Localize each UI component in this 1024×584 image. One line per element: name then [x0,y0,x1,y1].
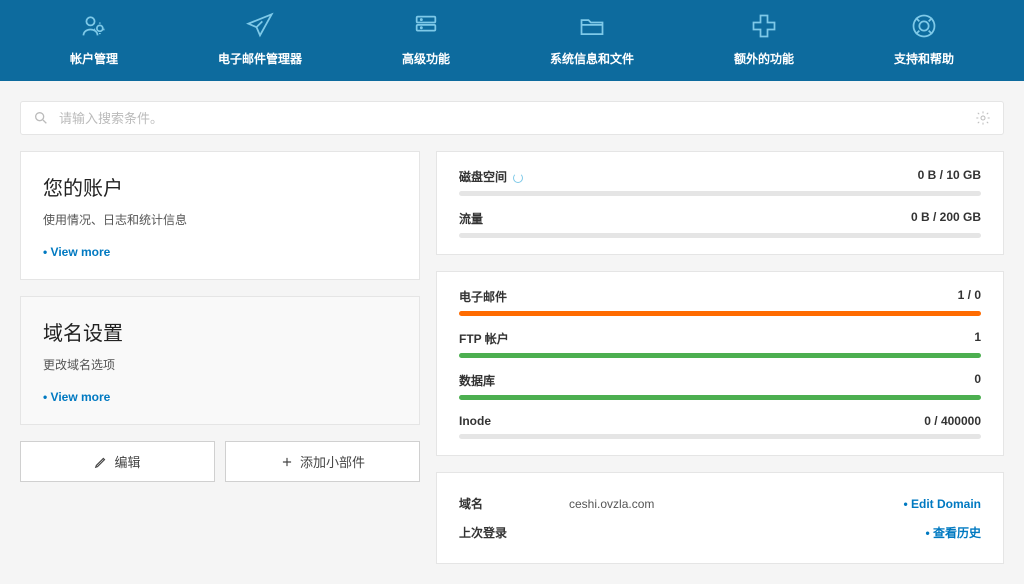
progress-bar [459,353,981,358]
domain-info-card: 域名 ceshi.ovzla.com Edit Domain 上次登录 查看历史 [436,472,1004,564]
info-label: 域名 [459,495,569,512]
stat-label: 流量 [459,210,483,227]
nav-extra[interactable]: 额外的功能 [734,10,794,67]
db-row: 数据库 0 [459,372,981,400]
pencil-icon [94,455,108,469]
view-history-link[interactable]: 查看历史 [925,524,981,541]
email-row: 电子邮件 1 / 0 [459,288,981,316]
stat-value: 0 / 400000 [924,414,981,428]
progress-bar [459,395,981,400]
stat-label: 数据库 [459,372,495,389]
panel-title: 您的账户 [43,172,397,201]
progress-bar [459,434,981,439]
loading-icon [513,173,523,183]
info-label: 上次登录 [459,524,569,541]
stat-label: FTP 帐户 [459,330,509,347]
edit-button[interactable]: 编辑 [20,441,215,482]
add-widget-button[interactable]: 添加小部件 [225,441,420,482]
plus-small-icon [280,455,294,469]
nav-label: 支持和帮助 [894,50,954,67]
folder-icon [576,10,608,42]
nav-account[interactable]: 帐户管理 [70,10,118,67]
search-input[interactable] [59,111,965,126]
plus-icon [748,10,780,42]
panel-desc: 更改域名选项 [43,356,397,373]
nav-label: 系统信息和文件 [550,50,634,67]
info-value: ceshi.ovzla.com [569,497,903,511]
inode-row: Inode 0 / 400000 [459,414,981,439]
stat-value: 1 [974,330,981,347]
lifebuoy-icon [908,10,940,42]
top-nav: 帐户管理 电子邮件管理器 高级功能 系统信息和文件 额外的功能 支持和帮助 [0,0,1024,81]
search-bar [20,101,1004,135]
users-icon [78,10,110,42]
plane-icon [244,10,276,42]
stat-label: Inode [459,414,491,428]
panel-desc: 使用情况、日志和统计信息 [43,211,397,228]
server-icon [410,10,442,42]
view-more-link[interactable]: View more [43,390,110,404]
resources-card: 电子邮件 1 / 0 FTP 帐户 1 数据库 0 Inode 0 / 400000 [436,271,1004,456]
account-panel: 您的账户 使用情况、日志和统计信息 View more [20,151,420,280]
progress-bar [459,233,981,238]
stat-value: 0 [974,372,981,389]
ftp-row: FTP 帐户 1 [459,330,981,358]
stat-label: 电子邮件 [459,288,507,305]
stat-value: 0 B / 200 GB [911,210,981,227]
stat-label: 磁盘空间 [459,170,507,184]
nav-advanced[interactable]: 高级功能 [402,10,450,67]
domain-panel: 域名设置 更改域名选项 View more [20,296,420,425]
bandwidth-row: 流量 0 B / 200 GB [459,210,981,238]
usage-card: 磁盘空间 0 B / 10 GB 流量 0 B / 200 GB [436,151,1004,255]
nav-email[interactable]: 电子邮件管理器 [218,10,302,67]
view-more-link[interactable]: View more [43,245,110,259]
nav-label: 额外的功能 [734,50,794,67]
stat-value: 1 / 0 [958,288,981,305]
domain-info-row: 域名 ceshi.ovzla.com Edit Domain [459,489,981,518]
nav-label: 高级功能 [402,50,450,67]
gear-icon[interactable] [975,110,991,126]
progress-bar [459,191,981,196]
progress-bar [459,311,981,316]
nav-help[interactable]: 支持和帮助 [894,10,954,67]
panel-title: 域名设置 [43,317,397,346]
nav-system[interactable]: 系统信息和文件 [550,10,634,67]
edit-domain-link[interactable]: Edit Domain [903,497,981,511]
lastlogin-row: 上次登录 查看历史 [459,518,981,547]
disk-row: 磁盘空间 0 B / 10 GB [459,168,981,196]
stat-value: 0 B / 10 GB [918,168,981,185]
nav-label: 帐户管理 [70,50,118,67]
nav-label: 电子邮件管理器 [218,50,302,67]
search-icon [33,110,49,126]
